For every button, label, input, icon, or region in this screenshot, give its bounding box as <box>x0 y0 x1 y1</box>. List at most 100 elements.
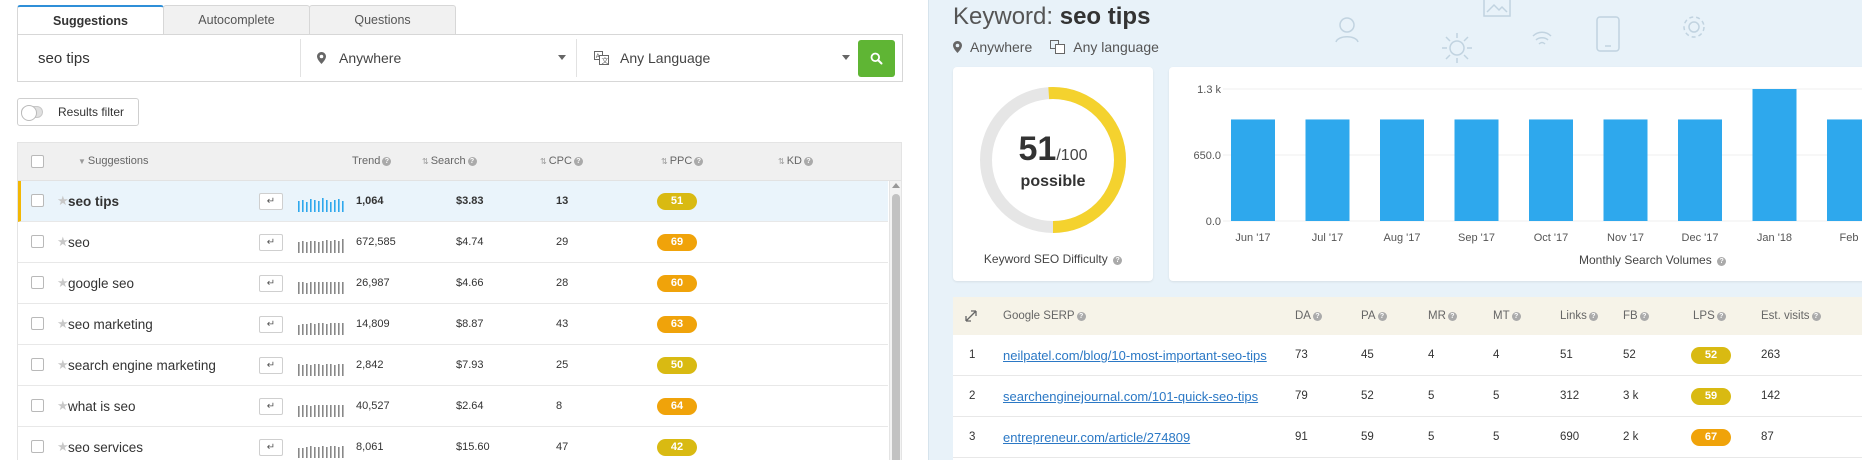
trend-bar <box>298 364 300 376</box>
help-icon[interactable]: ? <box>1076 312 1086 321</box>
help-icon[interactable]: ? <box>1113 256 1123 265</box>
tab-suggestions[interactable]: Suggestions <box>17 5 164 34</box>
help-icon[interactable]: ? <box>1511 312 1521 321</box>
goto-keyword-icon[interactable]: ↵ <box>259 439 283 456</box>
row-checkbox[interactable] <box>31 317 44 330</box>
column-suggestions[interactable]: ▼ Suggestions <box>78 155 148 167</box>
trend-bar <box>318 405 320 417</box>
goto-keyword-icon[interactable]: ↵ <box>259 193 283 210</box>
volume-bar[interactable] <box>1752 89 1797 221</box>
help-icon[interactable]: ? <box>1811 312 1821 321</box>
trend-bar <box>306 405 308 417</box>
scrollbar[interactable] <box>889 181 901 460</box>
search-volume-chart: 1.3 k 650.0 0.0 Jun '17 Jul '17 Aug '17 Sep '1… <box>1193 84 1862 244</box>
column-ppc[interactable]: ⇅ PPC? <box>661 155 704 167</box>
goto-keyword-icon[interactable]: ↵ <box>259 275 283 292</box>
volume-bar[interactable] <box>1827 119 1862 221</box>
star-icon[interactable]: ★ <box>57 193 69 209</box>
keyword-text[interactable]: seo services <box>68 440 143 455</box>
serp-url-link[interactable]: searchenginejournal.com/101-quick-seo-ti… <box>1003 389 1275 404</box>
help-icon[interactable]: ? <box>1377 312 1387 321</box>
column-cpc[interactable]: ⇅ CPC? <box>540 155 583 167</box>
volume-bar[interactable] <box>1305 119 1350 221</box>
results-filter-button[interactable]: Results filter <box>17 98 139 126</box>
column-label: LPS <box>1693 310 1715 322</box>
tab-autocomplete[interactable]: Autocomplete <box>163 5 310 34</box>
help-icon[interactable]: ? <box>1716 312 1726 321</box>
row-checkbox[interactable] <box>31 276 44 289</box>
row-checkbox[interactable] <box>31 194 44 207</box>
select-all-checkbox[interactable] <box>31 155 44 168</box>
volume-bar[interactable] <box>1380 119 1424 221</box>
column-kd[interactable]: ⇅ KD? <box>778 155 813 167</box>
title-keyword: seo tips <box>1059 3 1151 30</box>
column-search[interactable]: ⇅ Search? <box>422 155 477 167</box>
star-icon[interactable]: ★ <box>57 439 69 455</box>
trend-bar <box>310 406 312 417</box>
help-icon[interactable]: ? <box>1588 312 1598 321</box>
table-row[interactable]: ★ search engine marketing ↵ 2,842 $7.93 25 50 <box>18 345 888 386</box>
trend-bar <box>314 241 316 253</box>
volume-bar[interactable] <box>1454 119 1499 221</box>
serp-col-links: Links? <box>1560 310 1598 322</box>
language-select[interactable]: A文 Any Language <box>578 35 860 81</box>
row-checkbox[interactable] <box>31 399 44 412</box>
table-row[interactable]: ★ google seo ↵ 26,987 $4.66 28 60 <box>18 263 888 304</box>
table-row[interactable]: ★ what is seo ↵ 40,527 $2.64 8 64 <box>18 386 888 427</box>
row-checkbox[interactable] <box>31 358 44 371</box>
help-icon[interactable]: ? <box>1312 312 1322 321</box>
keyword-text[interactable]: seo tips <box>68 194 119 209</box>
column-label: Search <box>430 155 466 167</box>
expand-icon[interactable] <box>965 310 977 322</box>
row-checkbox[interactable] <box>31 235 44 248</box>
help-icon[interactable]: ? <box>1639 312 1649 321</box>
keyword-text[interactable]: search engine marketing <box>68 358 216 373</box>
help-icon[interactable]: ? <box>467 157 477 166</box>
goto-keyword-icon[interactable]: ↵ <box>259 357 283 374</box>
help-icon[interactable]: ? <box>573 157 583 166</box>
sort-icon: ⇅ <box>422 157 429 166</box>
star-icon[interactable]: ★ <box>57 234 69 250</box>
star-icon[interactable]: ★ <box>57 316 69 332</box>
star-icon[interactable]: ★ <box>57 398 69 414</box>
help-icon[interactable]: ? <box>1717 257 1727 266</box>
serp-url-link[interactable]: entrepreneur.com/article/274809 <box>1003 430 1275 445</box>
trend-bar <box>334 365 336 376</box>
trend-bar <box>326 364 328 376</box>
keyword-text[interactable]: seo marketing <box>68 317 153 332</box>
table-row[interactable]: ★ seo marketing ↵ 14,809 $8.87 43 63 <box>18 304 888 345</box>
row-checkbox[interactable] <box>31 440 44 453</box>
keyword-text[interactable]: seo <box>68 235 90 250</box>
goto-keyword-icon[interactable]: ↵ <box>259 398 283 415</box>
trend-sparkline <box>298 239 344 253</box>
filter-toggle[interactable] <box>21 105 43 121</box>
volume-bar[interactable] <box>1678 119 1722 221</box>
help-icon[interactable]: ? <box>1447 312 1457 321</box>
table-row[interactable]: ★ seo tips ↵ 1,064 $3.83 13 51 <box>18 181 888 222</box>
volume-bar[interactable] <box>1603 119 1648 221</box>
serp-col-title: Google SERP? <box>1003 310 1086 322</box>
keyword-text[interactable]: what is seo <box>68 399 136 414</box>
goto-keyword-icon[interactable]: ↵ <box>259 234 283 251</box>
volume-bar[interactable] <box>1529 119 1573 221</box>
serp-url-link[interactable]: neilpatel.com/blog/10-most-important-seo… <box>1003 348 1275 363</box>
scroll-up-icon[interactable] <box>892 183 900 188</box>
help-icon[interactable]: ? <box>694 157 704 166</box>
tab-questions[interactable]: Questions <box>309 5 456 34</box>
column-trend[interactable]: Trend? <box>352 155 392 167</box>
star-icon[interactable]: ★ <box>57 357 69 373</box>
search-button[interactable] <box>858 40 895 77</box>
help-icon[interactable]: ? <box>803 157 813 166</box>
serp-table: Google SERP? DA? PA? MR? MT? Links? FB? … <box>953 297 1862 460</box>
search-input[interactable] <box>18 35 300 81</box>
table-row[interactable]: ★ seo services ↵ 8,061 $15.60 47 42 <box>18 427 888 460</box>
help-icon[interactable]: ? <box>382 157 392 166</box>
volume-bar[interactable] <box>1231 119 1275 221</box>
location-select[interactable]: Anywhere <box>301 35 576 81</box>
star-icon[interactable]: ★ <box>57 275 69 291</box>
table-row[interactable]: ★ seo ↵ 672,585 $4.74 29 69 <box>18 222 888 263</box>
scroll-thumb[interactable] <box>892 194 900 460</box>
keyword-text[interactable]: google seo <box>68 276 134 291</box>
goto-keyword-icon[interactable]: ↵ <box>259 316 283 333</box>
trend-bar <box>314 364 316 376</box>
